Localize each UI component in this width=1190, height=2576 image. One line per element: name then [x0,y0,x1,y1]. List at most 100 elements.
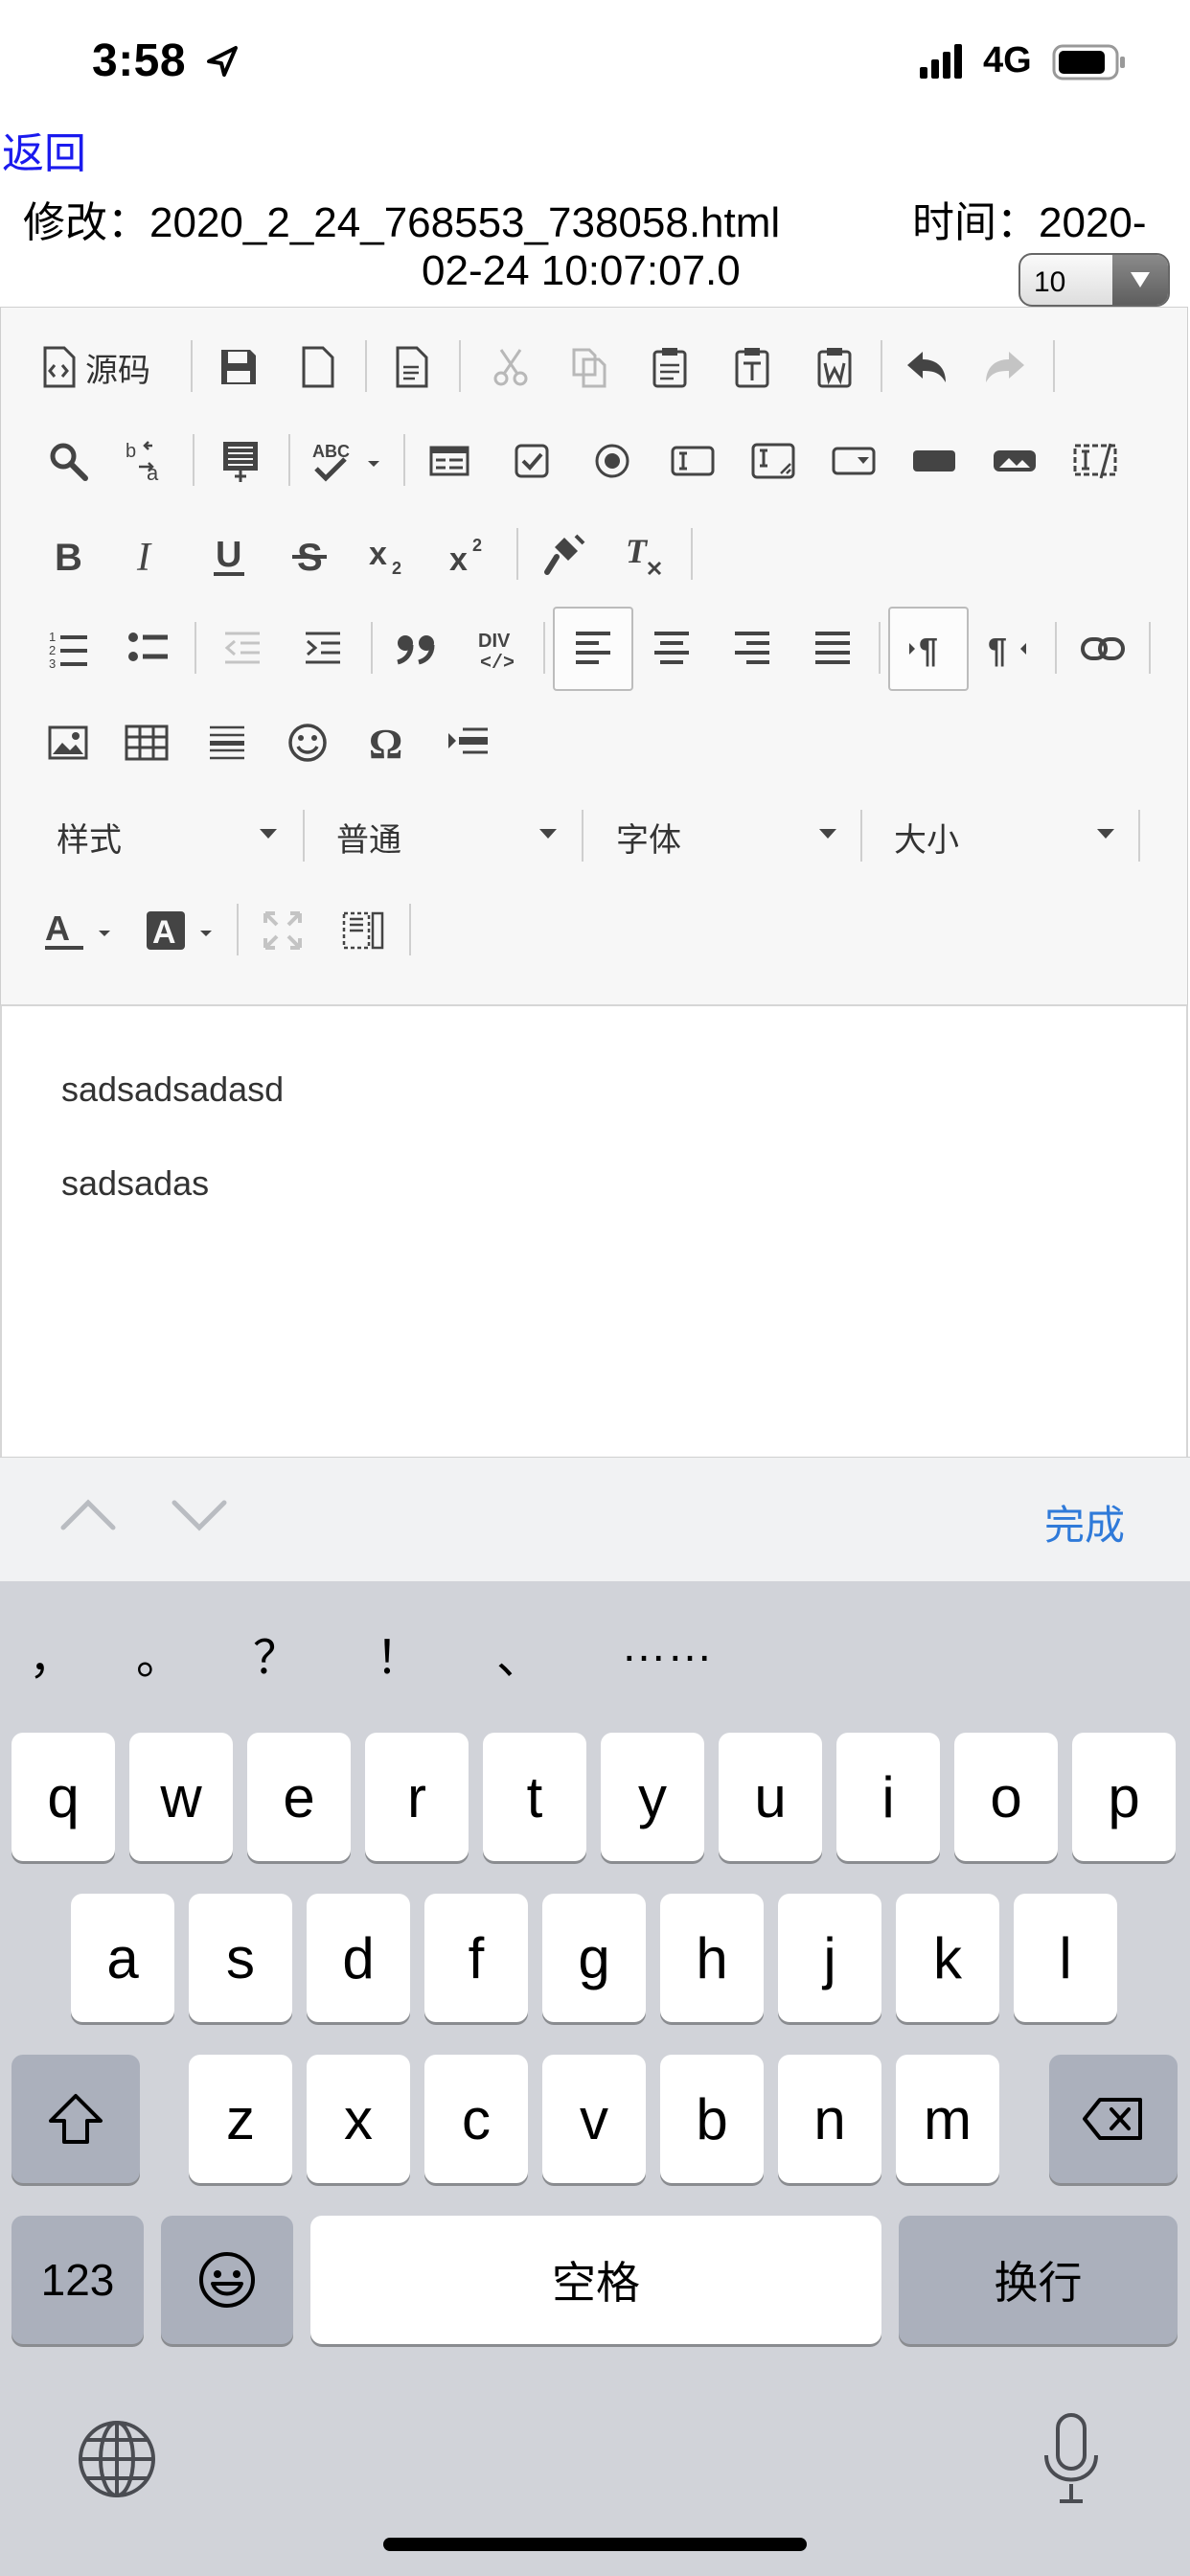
key-v[interactable]: v [542,2055,646,2183]
shift-key[interactable] [11,2055,140,2183]
key-h[interactable]: h [660,1894,764,2022]
suggestion-item[interactable]: 、 [496,1620,542,1687]
back-link[interactable]: 返回 [2,119,86,180]
table-button[interactable] [116,712,177,773]
key-q[interactable]: q [11,1733,115,1861]
key-j[interactable]: j [778,1894,881,2022]
align-right-button[interactable] [721,618,783,679]
image-button-button[interactable] [984,430,1045,492]
style-combo[interactable]: 样式 [57,806,277,867]
key-w[interactable]: w [129,1733,233,1861]
paste-text-button[interactable] [721,336,783,398]
subscript-button[interactable]: x2 [359,524,421,586]
key-d[interactable]: d [307,1894,410,2022]
suggestion-item[interactable]: 。 [136,1620,182,1687]
replace-button[interactable]: ba [116,430,177,492]
special-char-button[interactable]: Ω [357,712,419,773]
key-f[interactable]: f [424,1894,528,2022]
done-button[interactable]: 完成 [1044,1493,1125,1552]
next-field-icon[interactable] [171,1495,228,1533]
key-g[interactable]: g [542,1894,646,2022]
radio-button[interactable] [582,430,643,492]
spellcheck-button[interactable]: ABC [306,430,392,492]
page-break-button[interactable] [438,712,499,773]
key-t[interactable]: t [483,1733,586,1861]
format-combo[interactable]: 普通 [336,806,557,867]
undo-button[interactable] [896,336,957,398]
key-z[interactable]: z [189,2055,292,2183]
key-i[interactable]: i [836,1733,940,1861]
key-u[interactable]: u [719,1733,822,1861]
remove-format-button[interactable]: T [614,524,675,586]
button-button[interactable] [904,430,965,492]
copy-button[interactable] [559,336,620,398]
image-button[interactable] [37,712,99,773]
checkbox-button[interactable] [501,430,562,492]
space-key[interactable]: 空格 [310,2216,881,2344]
content-paragraph[interactable]: sadsadas [61,1163,209,1204]
suggestion-item[interactable]: ！ [376,1620,422,1687]
copy-format-button[interactable] [534,524,595,586]
key-n[interactable]: n [778,2055,881,2183]
smiley-button[interactable] [277,712,338,773]
cut-button[interactable] [480,336,541,398]
blockquote-button[interactable] [386,618,447,679]
new-page-button[interactable] [286,336,348,398]
hidden-field-button[interactable] [1064,430,1126,492]
suggestion-item[interactable]: ， [29,1620,75,1687]
link-button[interactable] [1072,618,1133,679]
superscript-button[interactable]: x2 [440,524,501,586]
key-e[interactable]: e [247,1733,351,1861]
text-color-button[interactable]: A [39,900,120,961]
key-r[interactable]: r [365,1733,469,1861]
bold-button[interactable]: B [37,524,99,586]
select-all-button[interactable] [210,430,271,492]
key-c[interactable]: c [424,2055,528,2183]
key-m[interactable]: m [896,2055,999,2183]
suggestion-item[interactable]: …… [621,1620,713,1672]
page-size-select[interactable]: 10 [1018,253,1170,307]
indent-button[interactable] [292,618,354,679]
horizontal-rule-button[interactable] [196,712,258,773]
underline-button[interactable]: U [198,524,260,586]
select-dropdown-button[interactable] [1112,255,1168,305]
justify-button[interactable] [802,618,863,679]
ltr-button[interactable]: ¶ [888,607,969,691]
editor-content[interactable]: sadsadsadasd sadsadas [0,1006,1188,1457]
key-a[interactable]: a [71,1894,174,2022]
key-l[interactable]: l [1014,1894,1117,2022]
microphone-icon[interactable] [1041,2411,1102,2507]
form-button[interactable] [419,430,480,492]
bulleted-list-button[interactable] [118,618,179,679]
align-left-button[interactable] [553,607,633,691]
paste-button[interactable] [639,336,700,398]
italic-button[interactable]: I [118,524,179,586]
globe-icon[interactable] [77,2419,157,2499]
textarea-button[interactable] [743,430,804,492]
font-combo[interactable]: 字体 [616,806,836,867]
redo-button[interactable] [974,336,1036,398]
key-k[interactable]: k [896,1894,999,2022]
align-center-button[interactable] [641,618,702,679]
key-y[interactable]: y [601,1733,704,1861]
size-combo[interactable]: 大小 [894,806,1114,867]
previous-field-icon[interactable] [59,1495,117,1533]
key-s[interactable]: s [189,1894,292,2022]
delete-key[interactable] [1049,2055,1178,2183]
show-blocks-button[interactable] [332,900,394,961]
rtl-button[interactable]: ¶ [978,618,1040,679]
key-o[interactable]: o [954,1733,1058,1861]
select-field-button[interactable] [823,430,884,492]
numbered-list-button[interactable]: 123 [37,618,99,679]
paste-word-button[interactable] [804,336,865,398]
textfield-button[interactable] [662,430,723,492]
find-button[interactable] [37,430,99,492]
return-key[interactable]: 换行 [899,2216,1178,2344]
outdent-button[interactable] [212,618,273,679]
suggestion-item[interactable]: ？ [253,1620,299,1687]
emoji-key[interactable] [161,2216,293,2344]
maximize-button[interactable] [252,900,313,961]
preview-button[interactable] [380,336,442,398]
bg-color-button[interactable]: A [141,900,221,961]
source-button[interactable]: 源码 [39,336,173,398]
